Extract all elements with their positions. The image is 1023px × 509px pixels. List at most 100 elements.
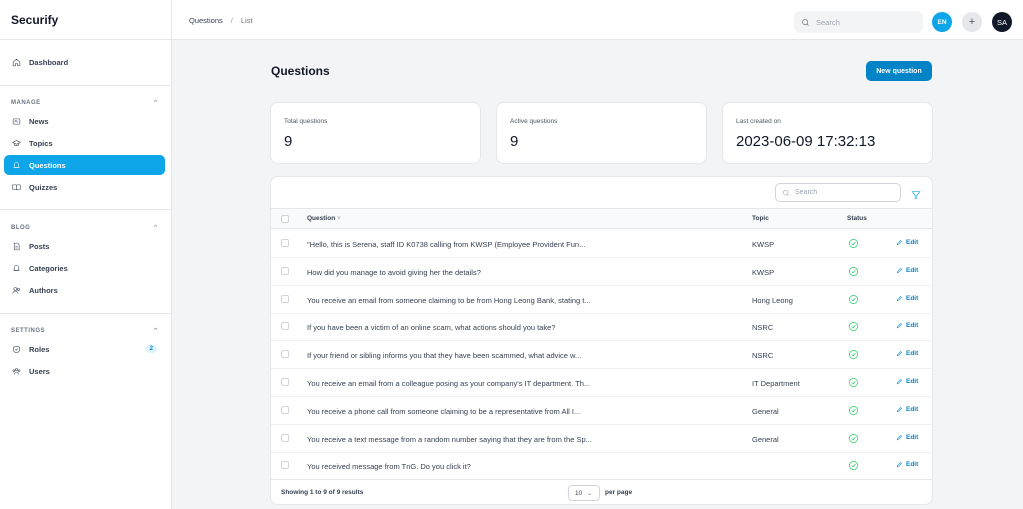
chevron-up-icon: ⌃ bbox=[152, 328, 159, 335]
check-circle-icon bbox=[848, 294, 859, 305]
stat-value: 9 bbox=[510, 133, 519, 150]
sidebar-item-label: Dashboard bbox=[29, 57, 69, 67]
topic-cell: NSRC bbox=[752, 351, 774, 361]
edit-button[interactable]: Edit bbox=[896, 378, 918, 385]
pagination-info: Showing 1 to 9 of 9 results bbox=[281, 489, 364, 496]
stat-label: Active questions bbox=[510, 118, 558, 125]
topic-cell: IT Department bbox=[752, 379, 800, 388]
edit-button[interactable]: Edit bbox=[896, 406, 918, 413]
question-cell[interactable]: How did you manage to avoid giving her t… bbox=[307, 268, 642, 277]
sidebar-item-posts[interactable]: Posts bbox=[4, 236, 165, 256]
table-search-input[interactable] bbox=[795, 189, 895, 196]
language-button[interactable]: EN bbox=[932, 12, 952, 32]
global-search-input[interactable] bbox=[816, 17, 916, 27]
row-checkbox[interactable] bbox=[281, 239, 289, 247]
pencil-icon bbox=[896, 351, 902, 357]
select-all-checkbox[interactable] bbox=[281, 215, 289, 223]
row-checkbox[interactable] bbox=[281, 266, 289, 275]
sidebar-item-quizzes[interactable]: Quizzes bbox=[4, 177, 165, 197]
count-badge: 2 bbox=[145, 345, 157, 353]
row-checkbox[interactable] bbox=[281, 350, 289, 359]
table-search[interactable] bbox=[775, 183, 901, 202]
row-checkbox[interactable] bbox=[281, 378, 289, 386]
divider bbox=[0, 85, 172, 86]
sidebar-item-questions[interactable]: Questions bbox=[4, 155, 165, 175]
question-cell[interactable]: You receive an email from a colleague po… bbox=[307, 379, 642, 388]
column-label: Question bbox=[307, 215, 336, 222]
question-cell[interactable]: You receive a text message from a random… bbox=[307, 435, 642, 444]
column-header-status: Status bbox=[847, 215, 867, 222]
table-row[interactable]: How did you manage to avoid giving her t… bbox=[271, 258, 932, 286]
question-cell[interactable]: "Hello, this is Serena, staff ID K0738 c… bbox=[307, 240, 642, 249]
check-circle-icon bbox=[848, 460, 859, 471]
stat-label: Total questions bbox=[284, 118, 328, 125]
row-checkbox[interactable] bbox=[281, 294, 289, 303]
pencil-icon bbox=[896, 295, 902, 301]
table-row[interactable]: "Hello, this is Serena, staff ID K0738 c… bbox=[271, 230, 932, 258]
edit-button[interactable]: Edit bbox=[896, 322, 918, 329]
sidebar-item-label: Roles bbox=[29, 344, 50, 354]
table-row[interactable]: If you have been a victim of an online s… bbox=[271, 313, 932, 342]
bell-icon bbox=[13, 264, 20, 271]
sidebar-item-dashboard[interactable]: Dashboard bbox=[4, 52, 165, 72]
table-row[interactable]: You receive an email from someone claimi… bbox=[271, 286, 932, 314]
global-search[interactable] bbox=[794, 11, 923, 33]
table-row[interactable]: If your friend or sibling informs you th… bbox=[271, 341, 932, 370]
per-page-select[interactable]: 10 ⌄ bbox=[568, 485, 600, 501]
bell-icon bbox=[13, 161, 20, 168]
sidebar-item-roles[interactable]: Roles 2 bbox=[4, 339, 165, 359]
sidebar-item-label: Authors bbox=[29, 285, 58, 295]
check-circle-icon bbox=[848, 433, 859, 444]
row-checkbox[interactable] bbox=[281, 322, 289, 331]
sidebar-item-label: Questions bbox=[29, 160, 66, 170]
users-icon bbox=[12, 286, 20, 294]
table-row[interactable]: You receive an email from a colleague po… bbox=[271, 369, 932, 397]
stat-card-active: Active questions 9 bbox=[497, 103, 706, 163]
stat-value: 2023-06-09 17:32:13 bbox=[736, 133, 876, 150]
user-avatar[interactable]: SA bbox=[992, 12, 1012, 32]
section-manage-header[interactable]: MANAGE ⌃ bbox=[11, 99, 159, 107]
add-button[interactable]: + bbox=[962, 12, 982, 32]
row-checkbox[interactable] bbox=[281, 405, 289, 414]
divider bbox=[0, 313, 172, 314]
edit-label: Edit bbox=[906, 405, 919, 413]
question-cell[interactable]: You receive an email from someone claimi… bbox=[307, 296, 642, 305]
question-cell[interactable]: You received message from TnG. Do you cl… bbox=[307, 462, 642, 471]
edit-button[interactable]: Edit bbox=[896, 267, 918, 274]
edit-label: Edit bbox=[906, 266, 919, 274]
filter-icon[interactable] bbox=[911, 187, 921, 200]
edit-button[interactable]: Edit bbox=[896, 461, 918, 468]
section-title: BLOG bbox=[11, 225, 31, 231]
sidebar-item-categories[interactable]: Categories bbox=[4, 258, 165, 278]
edit-label: Edit bbox=[906, 378, 919, 385]
pencil-icon bbox=[896, 462, 902, 468]
document-icon bbox=[13, 242, 20, 250]
sidebar-item-topics[interactable]: Topics bbox=[4, 133, 165, 153]
sort-icon: ˅ bbox=[336, 215, 341, 222]
column-header-question[interactable]: Question ˅ bbox=[307, 215, 341, 222]
pencil-icon bbox=[896, 434, 902, 440]
edit-button[interactable]: Edit bbox=[896, 295, 918, 302]
edit-button[interactable]: Edit bbox=[896, 434, 918, 441]
section-settings-header[interactable]: SETTINGS ⌃ bbox=[11, 327, 159, 335]
row-checkbox[interactable] bbox=[281, 461, 289, 470]
sidebar-item-news[interactable]: News bbox=[4, 111, 165, 131]
new-question-button[interactable]: New question bbox=[866, 61, 932, 81]
table-row[interactable]: You receive a text message from a random… bbox=[271, 425, 932, 453]
sidebar-item-authors[interactable]: Authors bbox=[4, 280, 165, 300]
edit-label: Edit bbox=[906, 294, 919, 302]
edit-button[interactable]: Edit bbox=[896, 239, 918, 246]
check-circle-icon bbox=[848, 349, 859, 360]
row-checkbox[interactable] bbox=[281, 433, 289, 442]
question-cell[interactable]: If your friend or sibling informs you th… bbox=[307, 351, 642, 360]
section-blog-header[interactable]: BLOG ⌃ bbox=[11, 224, 159, 232]
table-row[interactable]: You received message from TnG. Do you cl… bbox=[271, 452, 932, 481]
question-cell[interactable]: You receive a phone call from someone cl… bbox=[307, 407, 642, 416]
breadcrumb-item-questions[interactable]: Questions bbox=[189, 16, 223, 25]
per-page-value: 10 bbox=[575, 489, 583, 497]
edit-button[interactable]: Edit bbox=[896, 350, 918, 357]
app-brand[interactable]: Securify bbox=[0, 0, 171, 40]
question-cell[interactable]: If you have been a victim of an online s… bbox=[307, 323, 642, 332]
table-row[interactable]: You receive a phone call from someone cl… bbox=[271, 397, 932, 425]
sidebar-item-users[interactable]: Users bbox=[4, 361, 165, 381]
